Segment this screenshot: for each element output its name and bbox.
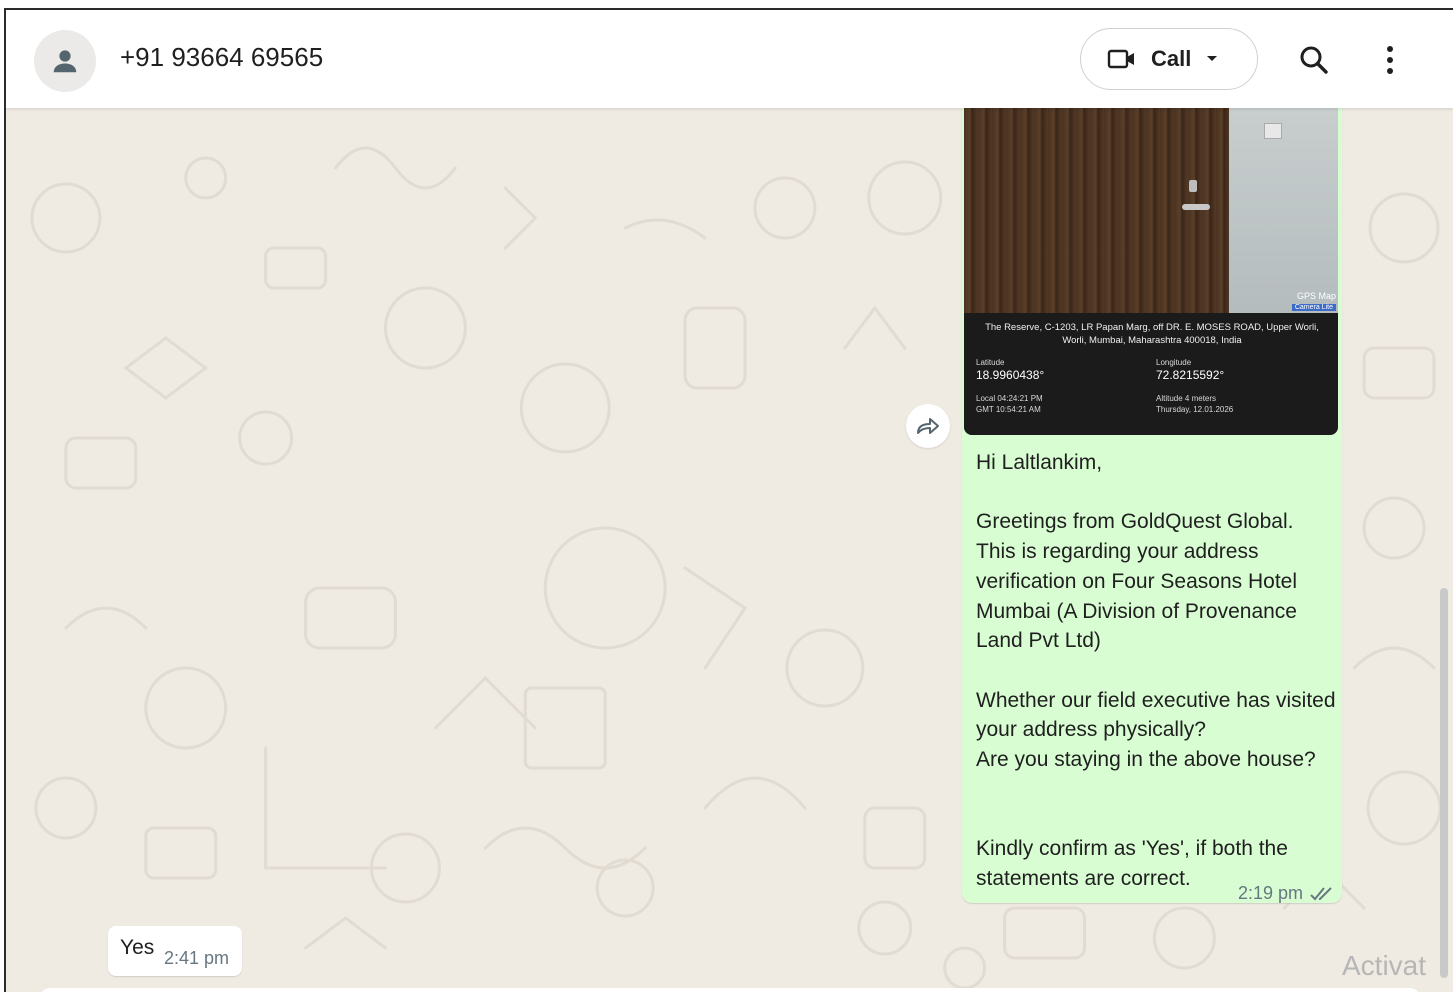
person-icon xyxy=(53,50,77,73)
message-list[interactable]: GPS Map Camera Lite The Reserve, C-1203,… xyxy=(6,108,1453,992)
local-time: Local 04:24:21 PM xyxy=(976,394,1043,403)
gps-altitude-date: Altitude 4 meters Thursday, 12.01.2026 xyxy=(1156,393,1233,415)
door-lock xyxy=(1189,180,1197,192)
scrollbar-thumb[interactable] xyxy=(1440,588,1448,978)
chat-window: +91 93664 69565 Call GPS Map Camera Lite… xyxy=(4,8,1453,992)
gps-address: The Reserve, C-1203, LR Papan Marg, off … xyxy=(985,322,1319,346)
contact-name[interactable]: +91 93664 69565 xyxy=(120,42,323,73)
video-camera-icon xyxy=(1107,49,1134,69)
light-switch xyxy=(1264,123,1282,139)
gmt-time: GMT 10:54:21 AM xyxy=(976,405,1041,414)
call-label: Call xyxy=(1151,46,1192,71)
latitude-value: 18.9960438° xyxy=(976,368,1045,382)
door-image xyxy=(964,108,1229,313)
gps-brand-tag: Camera Lite xyxy=(1291,304,1336,311)
search-button[interactable] xyxy=(1292,38,1336,82)
photo-date: Thursday, 12.01.2026 xyxy=(1156,405,1234,414)
message-time: 2:19 pm xyxy=(1238,883,1304,903)
gps-overlay: GPS Map Camera Lite The Reserve, C-1203,… xyxy=(964,291,1338,435)
incoming-message-time: 2:41 pm xyxy=(164,948,230,968)
menu-button[interactable] xyxy=(1368,38,1412,82)
gps-longitude: Longitude 72.8215592° xyxy=(1156,357,1224,382)
wall-image xyxy=(1229,108,1338,313)
search-icon xyxy=(1300,46,1328,74)
forward-button[interactable] xyxy=(906,404,950,448)
gps-brand: GPS Map Camera Lite xyxy=(1291,291,1336,311)
gps-photo-attachment[interactable]: GPS Map Camera Lite The Reserve, C-1203,… xyxy=(964,108,1338,435)
more-vertical-icon xyxy=(1387,46,1393,74)
incoming-message[interactable]: Yes 2:41 pm xyxy=(108,926,242,976)
gps-brand-name: GPS Map xyxy=(1296,291,1336,301)
longitude-label: Longitude xyxy=(1156,358,1192,367)
door-handle xyxy=(1182,204,1210,210)
message-meta: 2:19 pm xyxy=(1238,883,1335,904)
double-check-icon xyxy=(1310,886,1332,900)
altitude: Altitude 4 meters xyxy=(1156,394,1217,403)
message-composer-edge[interactable] xyxy=(40,988,1420,992)
incoming-message-text: Yes xyxy=(120,936,155,959)
chat-header: +91 93664 69565 Call xyxy=(6,10,1453,108)
activation-watermark: Activat xyxy=(1342,950,1427,981)
call-button[interactable]: Call xyxy=(1080,28,1258,90)
longitude-value: 72.8215592° xyxy=(1156,368,1225,382)
latitude-label: Latitude xyxy=(976,358,1005,367)
forward-icon xyxy=(917,418,939,434)
gps-time: Local 04:24:21 PM GMT 10:54:21 AM xyxy=(976,393,1043,415)
gps-latitude: Latitude 18.9960438° xyxy=(976,357,1044,382)
message-text: Hi Laltlankim, Greetings from GoldQuest … xyxy=(976,451,1336,890)
chevron-down-icon xyxy=(1207,56,1218,61)
avatar[interactable] xyxy=(34,30,96,92)
outgoing-message[interactable]: GPS Map Camera Lite The Reserve, C-1203,… xyxy=(962,108,1342,903)
